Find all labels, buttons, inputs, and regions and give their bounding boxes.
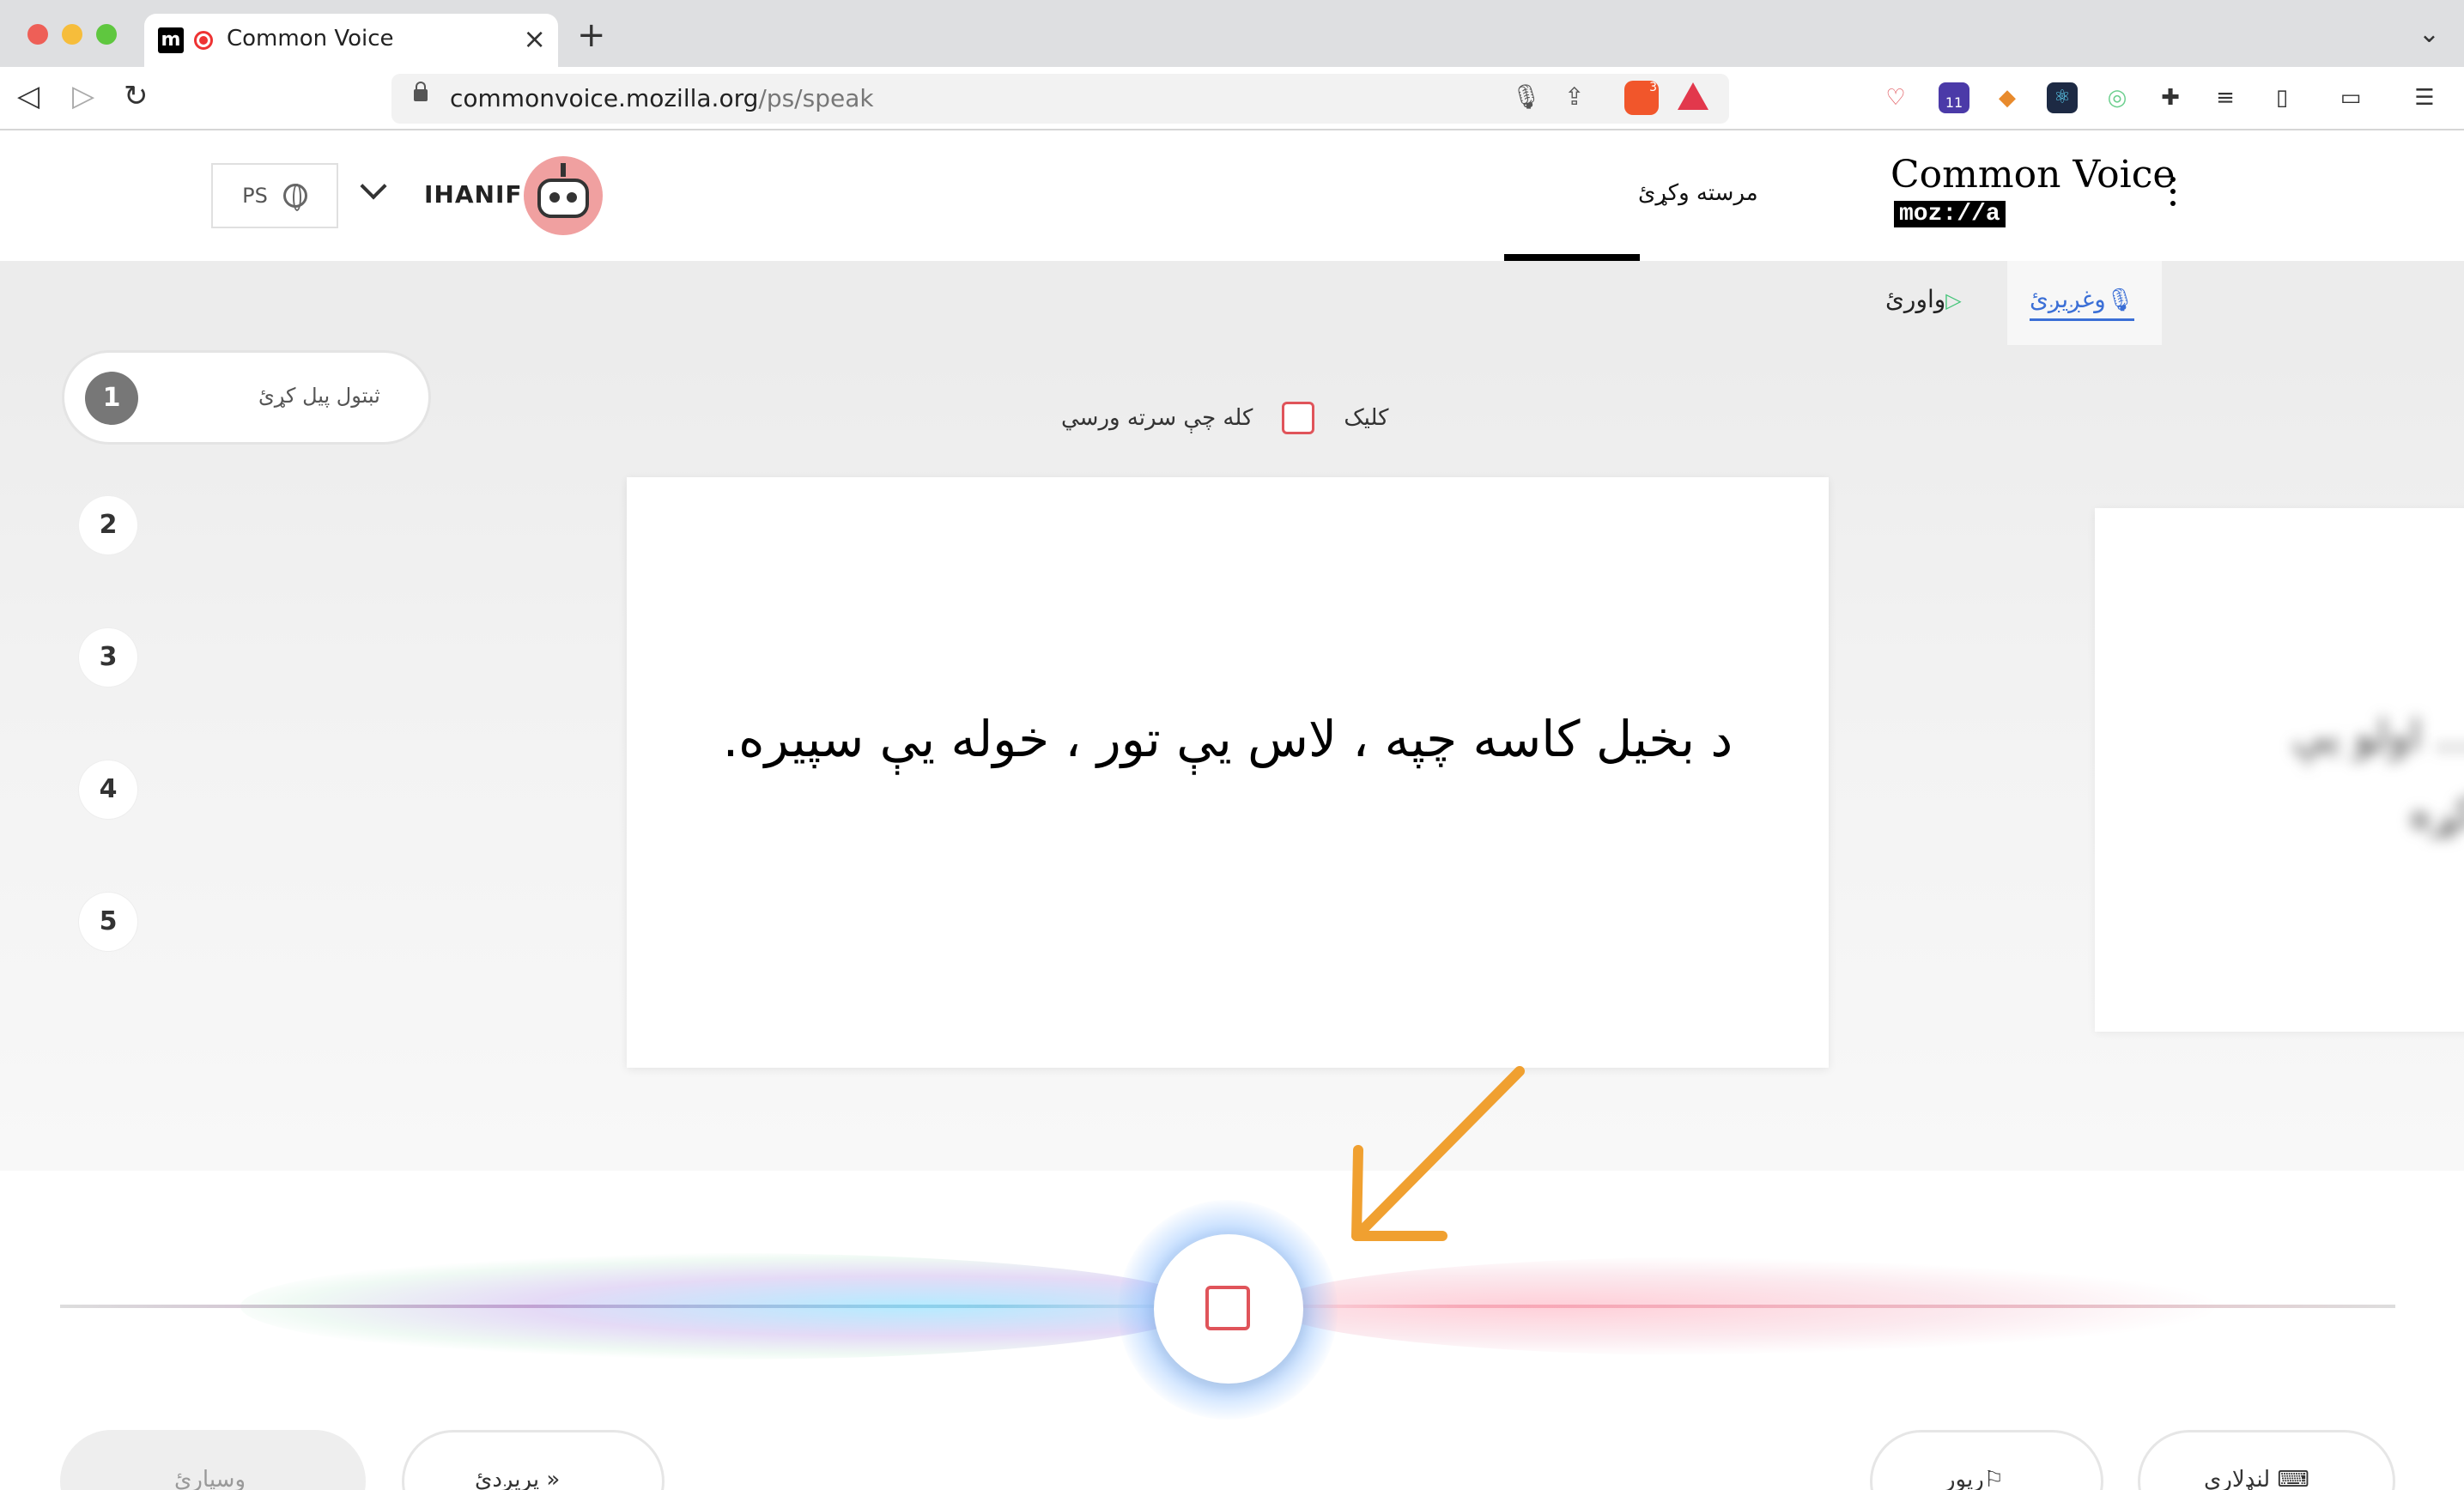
shortcuts-button[interactable]: ⌨ لنډلاري [2138,1430,2395,1490]
step-number: 5 [79,893,137,951]
address-bar[interactable]: commonvoice.mozilla.org/ps/speak 🎙 ⇪ 3 [391,74,1729,124]
mdn-favicon-icon: m [158,27,184,53]
submit-label: وسپارئ [174,1467,246,1490]
browser-tabbar: m Common Voice × + ⌄ [0,0,2464,67]
next-sentence-card: ... اولو یې کړه [2095,508,2464,1032]
flag-icon: ⚐ [1983,1467,2005,1490]
robot-eye [567,192,577,203]
robot-avatar-icon [537,179,589,218]
tab-speak[interactable]: 🎙وغږیږئ [2007,261,2162,345]
nav-contribute-link[interactable]: مرسته وکړئ [1638,180,1758,206]
step-active-label: ثبتول پیل کړئ [258,384,380,408]
auto-advance-label: کلیک [1344,405,1389,431]
annotation-arrow-icon [1351,1066,1525,1241]
sentence-text: د بخیل کاسه چپه ، لاس یې تور ، خوله یې س… [722,710,1733,768]
step-active-pill: 1 ثبتول پیل کړئ [62,350,431,445]
zoom-window-button[interactable] [96,24,117,45]
metamask-icon[interactable]: ◆ [1992,82,2023,113]
browser-tab[interactable]: m Common Voice × [144,14,558,67]
sentence-card: د بخیل کاسه چپه ، لاس یې تور ، خوله یې س… [627,477,1829,1068]
auto-advance-checkbox[interactable] [1282,402,1315,434]
extensions-puzzle-icon[interactable]: ✚ [2155,82,2186,113]
url-text[interactable]: commonvoice.mozilla.org/ps/speak [450,84,874,112]
stop-icon [1205,1286,1250,1330]
tab-list-chevron-icon[interactable]: ⌄ [2418,19,2440,49]
pocket-icon[interactable]: ♡ [1880,82,1911,113]
auto-advance-text: کله چې سرته ورسي [1061,405,1253,431]
submit-button[interactable]: وسپارئ [60,1430,366,1490]
playlist-icon[interactable]: ≡ [2210,82,2241,113]
sidebar-icon[interactable]: ▯ [2267,82,2297,113]
language-code: PS [242,184,268,208]
ext-badge-icon[interactable]: 11 [1939,82,1969,113]
chevron-down-icon[interactable] [360,173,387,200]
brave-shields-icon[interactable]: 3 [1624,81,1659,115]
forward-button[interactable]: ▷ [72,79,94,113]
microphone-icon[interactable]: 🎙 [1511,82,1542,111]
site-header: PS IHANIF مرسته وکړئ Common Voice moz://… [0,130,2464,261]
react-devtools-icon[interactable]: ⚛ [2047,82,2078,113]
wallet-icon[interactable]: ▭ [2335,82,2366,113]
step-number: 3 [79,628,137,687]
language-selector[interactable]: PS [211,163,338,228]
play-icon: ▷ [1945,288,1962,312]
record-area [0,1171,2464,1490]
main-area: 1 ثبتول پیل کړئ 2 3 4 5 کله چې سرته ورسي… [0,345,2464,1171]
skip-label: « پریږدئ [475,1467,561,1490]
stop-record-button[interactable] [1154,1234,1303,1384]
step-number: 4 [79,760,137,819]
step-number: 2 [79,496,137,554]
logo-text[interactable]: Common Voice [1890,153,2175,197]
sub-navigation: ▷واورئ 🎙وغږیږئ [0,261,2464,345]
share-icon[interactable]: ⇪ [1564,82,1584,111]
tab-title: Common Voice [227,26,394,51]
keyboard-icon: ⌨ [2277,1467,2309,1490]
mozilla-logo[interactable]: moz://a [1894,201,2006,227]
report-label: ⚐رپور [1945,1467,2004,1490]
avatar[interactable] [524,156,603,235]
more-menu-icon[interactable] [2170,177,2176,211]
new-tab-button[interactable]: + [577,15,606,55]
username[interactable]: IHANIF [424,180,523,209]
nav-active-underline [1504,254,1640,261]
microphone-icon: 🎙 [2105,288,2134,313]
waveform-right [1271,1257,2215,1356]
back-button[interactable]: ◁ [17,79,39,113]
auto-advance-option: کله چې سرته ورسي کلیک [1061,402,1388,434]
tab-speak-label: 🎙وغږیږئ [2030,285,2134,321]
next-sentence-blurred: ... اولو یې کړه [2292,711,2464,838]
recording-indicator-icon [194,31,213,50]
tab-close-button[interactable]: × [523,22,546,55]
report-button[interactable]: ⚐رپور [1870,1430,2103,1490]
robot-antenna [561,163,566,177]
robot-eye [549,192,560,203]
waveform-left [240,1253,1202,1360]
extension-circle-icon[interactable]: ◎ [2102,82,2133,113]
reload-button[interactable]: ↻ [124,79,149,113]
menu-icon[interactable]: ☰ [2409,82,2440,113]
browser-toolbar: ◁ ▷ ↻ commonvoice.mozilla.org/ps/speak 🎙… [0,67,2464,130]
step-number-active: 1 [85,372,138,425]
skip-button[interactable]: « پریږدئ [402,1430,665,1490]
close-window-button[interactable] [27,24,48,45]
brave-rewards-icon[interactable] [1678,82,1708,110]
minimize-window-button[interactable] [62,24,82,45]
tab-listen[interactable]: ▷واورئ [1885,285,1962,313]
globe-icon [282,184,307,211]
lock-icon [414,82,428,101]
shortcuts-label: ⌨ لنډلاري [2204,1467,2309,1490]
